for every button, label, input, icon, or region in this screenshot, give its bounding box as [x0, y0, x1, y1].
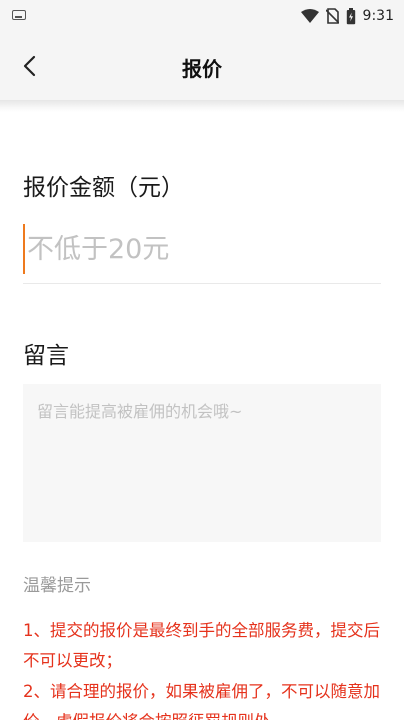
wifi-icon — [300, 9, 319, 23]
page-title: 报价 — [182, 57, 222, 81]
text-cursor — [23, 224, 25, 274]
battery-icon — [346, 7, 355, 24]
tip-item: 1、提交的报价是最终到手的全部服务费，提交后不可以更改； — [23, 621, 380, 670]
app-bar: 报价 — [0, 32, 404, 100]
message-input[interactable] — [23, 384, 381, 542]
tip-item: 2、请合理的报价，如果被雇佣了，不可以随意加价，虚假报价将会按照惩罚规则处 — [23, 682, 380, 720]
amount-label: 报价金额（元） — [23, 175, 184, 201]
status-bar: 9:31 — [0, 0, 404, 32]
keyboard-icon — [12, 10, 26, 20]
tips-title: 温馨提示 — [23, 576, 91, 596]
status-time: 9:31 — [362, 8, 394, 24]
amount-field[interactable] — [23, 222, 381, 284]
header-divider — [0, 100, 404, 112]
amount-input[interactable] — [27, 222, 377, 276]
status-icons: 9:31 — [300, 6, 394, 26]
message-label: 留言 — [23, 343, 69, 369]
no-sim-icon — [325, 8, 339, 24]
